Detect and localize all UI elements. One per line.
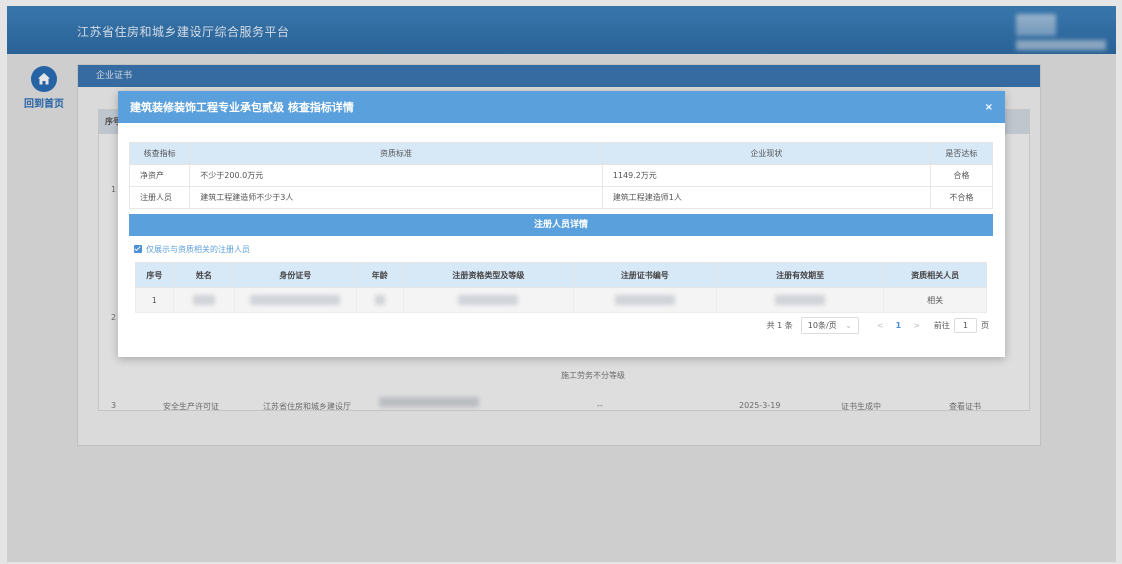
result-pass: 合格 <box>929 164 994 187</box>
next-page-icon[interactable]: > <box>913 321 920 330</box>
col-current: 企业现状 <box>601 142 931 165</box>
modal-header: 建筑装修装饰工程专业承包贰级 核查指标详情 × <box>118 91 1005 123</box>
col-result: 是否达标 <box>929 142 994 165</box>
registered-staff-table: 序号 姓名 身份证号 年龄 注册资格类型及等级 注册证书编号 注册有效期至 资质… <box>135 262 987 313</box>
modal-title: 建筑装修装饰工程专业承包贰级 核查指标详情 <box>130 101 354 114</box>
col-indicator: 核查指标 <box>128 142 191 165</box>
age-redacted <box>374 295 385 305</box>
name-redacted <box>192 295 215 305</box>
pagination-total: 共 1 条 <box>766 321 793 330</box>
page-number[interactable]: 1 <box>896 321 902 330</box>
valid-until-redacted <box>775 295 826 305</box>
filter-checkbox[interactable]: 仅展示与资质相关的注册人员 <box>134 244 250 255</box>
checkbox-checked-icon[interactable] <box>134 245 142 253</box>
filter-checkbox-label: 仅展示与资质相关的注册人员 <box>146 245 250 254</box>
page-unit: 页 <box>981 321 989 330</box>
registered-section-title: 注册人员详情 <box>129 214 993 236</box>
table-row: 1 相关 <box>135 287 987 313</box>
result-fail: 不合格 <box>929 186 994 209</box>
chevron-down-icon: ⌄ <box>845 321 852 330</box>
id-redacted <box>250 295 341 305</box>
cert-no-redacted <box>614 295 675 305</box>
page-size-select[interactable]: 10条/页 ⌄ <box>800 317 859 334</box>
goto-label: 前往 <box>933 321 950 330</box>
qualification-redacted <box>458 295 519 305</box>
index-table: 核查指标 资质标准 企业现状 是否达标 净资产 不少于200.0万元 1149.… <box>128 142 994 209</box>
close-icon[interactable]: × <box>985 91 993 125</box>
table-row: 注册人员 建筑工程建造师不少于3人 建筑工程建造师1人 不合格 <box>128 186 994 209</box>
pagination: 共 1 条 10条/页 ⌄ < 1 > 前往 1 页 <box>767 317 989 334</box>
col-standard: 资质标准 <box>189 142 603 165</box>
goto-page-input[interactable]: 1 <box>953 318 977 333</box>
table-row: 净资产 不少于200.0万元 1149.2万元 合格 <box>128 164 994 187</box>
index-detail-modal: 建筑装修装饰工程专业承包贰级 核查指标详情 × 核查指标 资质标准 企业现状 是… <box>118 91 1005 357</box>
prev-page-icon[interactable]: < <box>877 321 884 330</box>
